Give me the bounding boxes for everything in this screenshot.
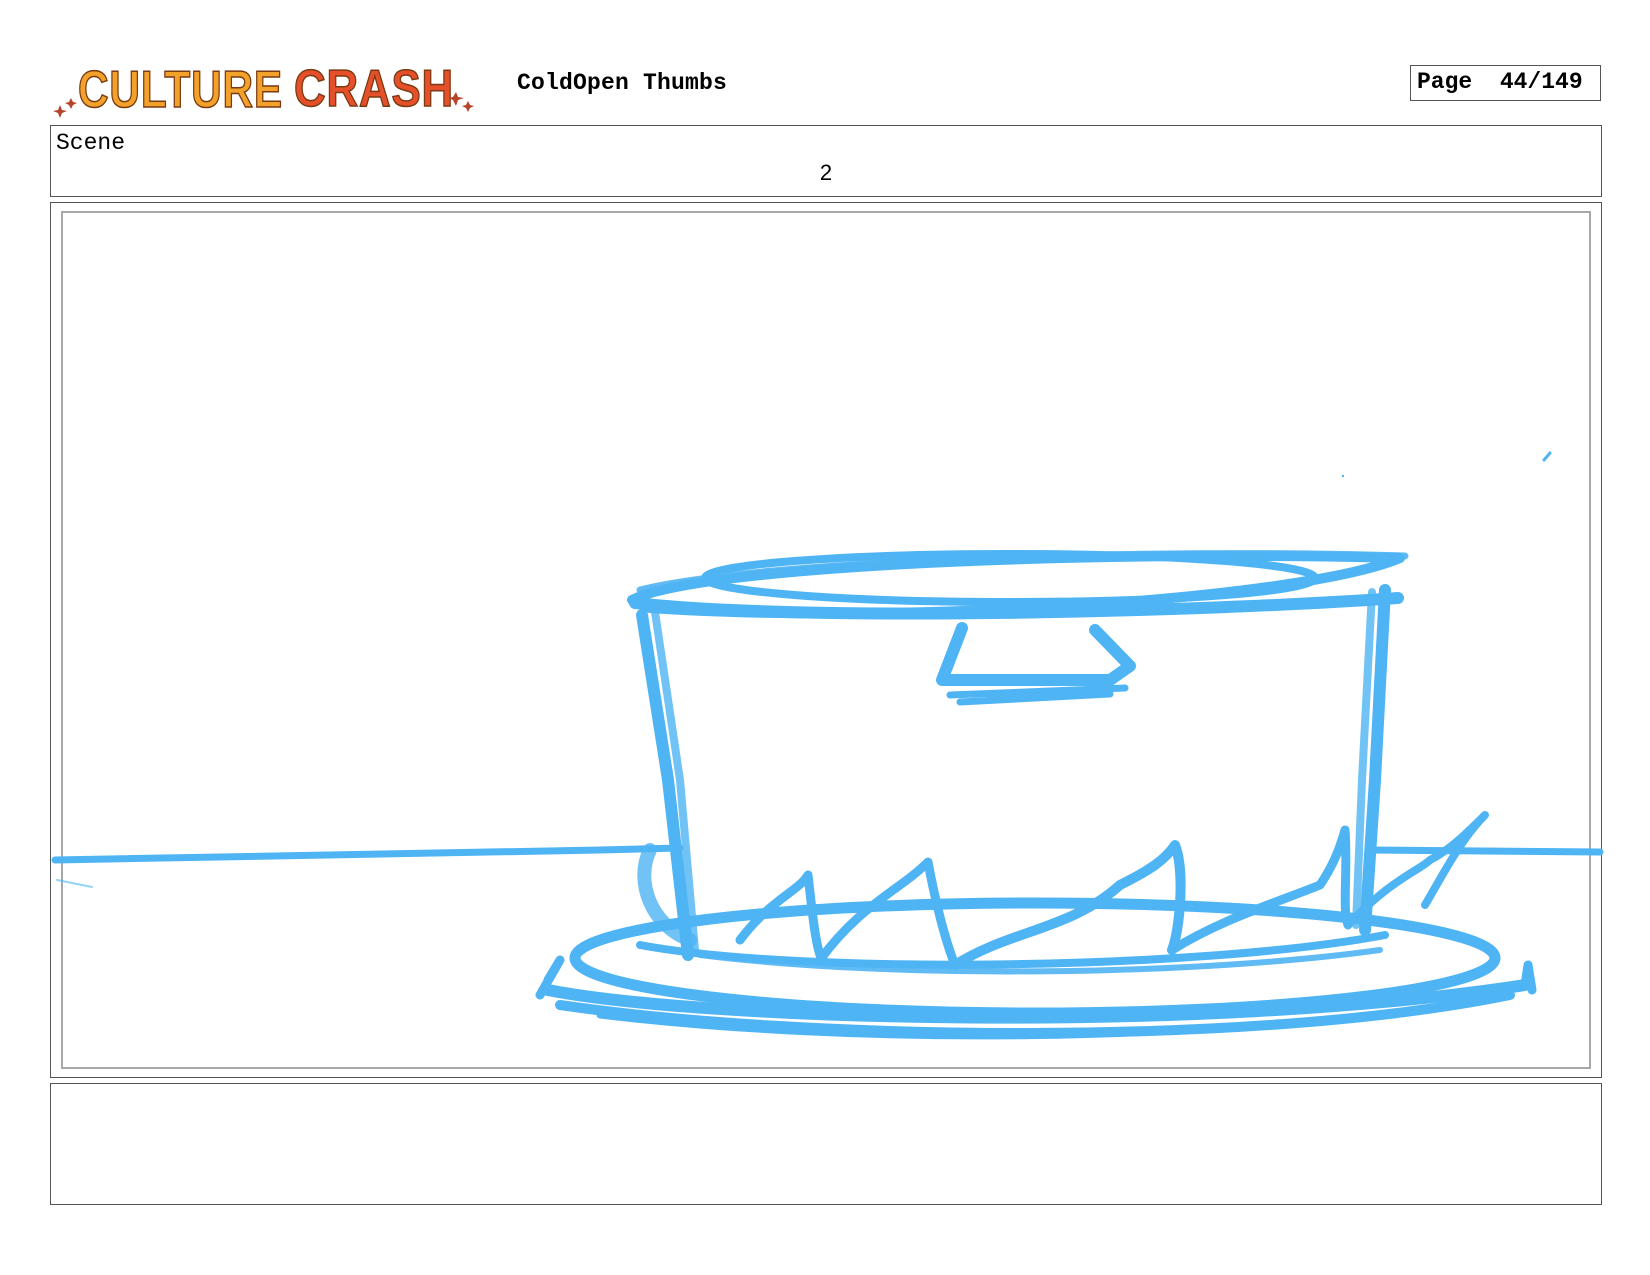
svg-text:CULTURE: CULTURE (78, 61, 283, 119)
svg-text:CRASH: CRASH (294, 60, 454, 118)
scene-number: 2 (819, 160, 833, 185)
document-title: ColdOpen Thumbs (517, 70, 728, 96)
culture-crash-logo: CULTURE CRASH (52, 50, 502, 120)
scene-label: Scene (56, 130, 126, 156)
page-counter: Page 44/149 (1410, 65, 1601, 101)
panel-notes-box (50, 1083, 1602, 1205)
scene-box: Scene 2 (50, 125, 1602, 197)
storyboard-safe-frame (61, 211, 1591, 1069)
star-icon (53, 98, 77, 118)
